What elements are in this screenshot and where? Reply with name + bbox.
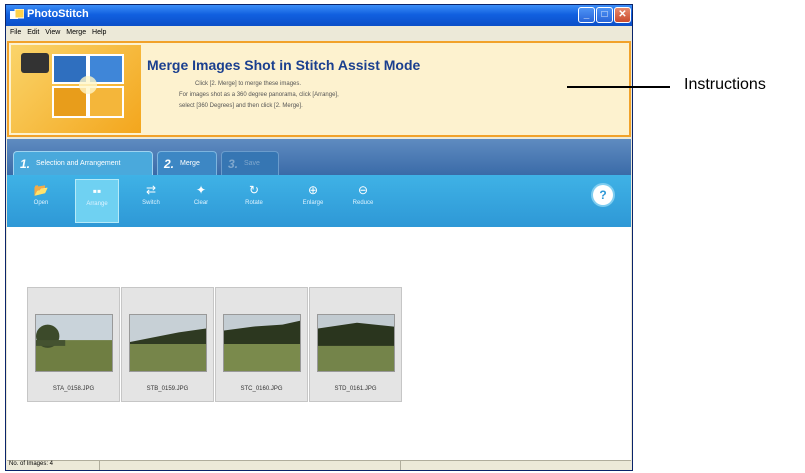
menu-view[interactable]: View xyxy=(45,29,60,36)
instructions-heading: Merge Images Shot in Stitch Assist Mode xyxy=(147,57,421,73)
open-button[interactable]: 📂 Open xyxy=(19,179,63,223)
instructions-banner: Merge Images Shot in Stitch Assist Mode … xyxy=(7,41,631,137)
image-area: STA_0158.JPG STB_0159.JPG STC_0160.JPG S… xyxy=(7,227,631,460)
image-thumbnail[interactable]: STB_0159.JPG xyxy=(121,287,214,402)
status-bar: No. of Images: 4 xyxy=(7,460,631,470)
reduce-icon: ⊖ xyxy=(357,183,369,197)
tab-label: Save xyxy=(244,160,260,167)
image-thumbnail[interactable]: STA_0158.JPG xyxy=(27,287,120,402)
image-thumbnail[interactable]: STC_0160.JPG xyxy=(215,287,308,402)
thumbnail-caption: STA_0158.JPG xyxy=(52,386,95,392)
reduce-button[interactable]: ⊖ Reduce xyxy=(341,179,385,223)
enlarge-button[interactable]: ⊕ Enlarge xyxy=(291,179,335,223)
instruction-line: For images shot as a 360 degree panorama… xyxy=(179,92,339,98)
menu-help[interactable]: Help xyxy=(92,29,106,36)
image-count-status: No. of Images: 4 xyxy=(7,461,100,470)
photostitch-window: PhotoStitch _ □ ✕ File Edit View Merge H… xyxy=(5,4,633,471)
open-icon: 📂 xyxy=(33,183,49,197)
clear-icon: ✦ xyxy=(195,183,207,197)
toolbar: 📂 Open ▪▪ Arrange ⇄ Switch ✦ Clear ↻ Rot… xyxy=(7,175,631,227)
stitch-mode-icon xyxy=(11,45,141,133)
thumbnail-caption: STD_0161.JPG xyxy=(334,386,377,392)
status-panel xyxy=(100,461,401,470)
tab-label: Selection and Arrangement xyxy=(36,160,121,167)
status-text: No. of Images: 4 xyxy=(9,461,54,467)
callout-label: Instructions xyxy=(684,76,766,93)
enlarge-label: Enlarge xyxy=(302,200,324,206)
menu-edit[interactable]: Edit xyxy=(27,29,39,36)
close-button[interactable]: ✕ xyxy=(614,7,631,23)
switch-icon: ⇄ xyxy=(145,183,157,197)
thumbnail-image xyxy=(223,314,301,372)
callout-line xyxy=(567,86,670,88)
reduce-label: Reduce xyxy=(352,200,374,206)
menu-merge[interactable]: Merge xyxy=(66,29,86,36)
open-label: Open xyxy=(33,200,49,206)
tab-selection-and-arrangement[interactable]: 1. Selection and Arrangement xyxy=(13,151,153,175)
minimize-button[interactable]: _ xyxy=(578,7,595,23)
switch-label: Switch xyxy=(142,200,160,206)
tab-number: 1. xyxy=(20,157,31,171)
window-title: PhotoStitch xyxy=(27,8,89,20)
arrange-label: Arrange xyxy=(86,201,108,207)
instruction-line: Click [2. Merge] to merge these images. xyxy=(195,81,302,87)
tab-label: Merge xyxy=(180,160,200,167)
rotate-label: Rotate xyxy=(245,200,263,206)
thumbnail-image xyxy=(35,314,113,372)
switch-button[interactable]: ⇄ Switch xyxy=(129,179,173,223)
rotate-icon: ↻ xyxy=(248,183,260,197)
tab-save: 3. Save xyxy=(221,151,279,175)
clear-label: Clear xyxy=(193,200,209,206)
photostitch-app-icon xyxy=(10,9,24,19)
thumbnail-caption: STC_0160.JPG xyxy=(240,386,283,392)
status-panel xyxy=(401,461,631,470)
tab-number: 3. xyxy=(228,157,239,171)
instruction-line: select [360 Degrees] and then click [2. … xyxy=(179,103,303,109)
thumbnail-caption: STB_0159.JPG xyxy=(146,386,189,392)
clear-button[interactable]: ✦ Clear xyxy=(179,179,223,223)
tab-merge[interactable]: 2. Merge xyxy=(157,151,217,175)
menu-file[interactable]: File xyxy=(10,29,21,36)
arrange-button[interactable]: ▪▪ Arrange xyxy=(75,179,119,223)
step-tabs: 1. Selection and Arrangement 2. Merge 3.… xyxy=(7,139,631,175)
tab-number: 2. xyxy=(164,157,175,171)
maximize-button[interactable]: □ xyxy=(596,7,613,23)
thumbnail-image xyxy=(129,314,207,372)
image-thumbnail[interactable]: STD_0161.JPG xyxy=(309,287,402,402)
thumbnail-image xyxy=(317,314,395,372)
enlarge-icon: ⊕ xyxy=(307,183,319,197)
help-icon[interactable]: ? xyxy=(593,185,613,205)
rotate-button[interactable]: ↻ Rotate xyxy=(232,179,276,223)
arrange-icon: ▪▪ xyxy=(92,184,102,198)
title-bar[interactable]: PhotoStitch _ □ ✕ xyxy=(6,5,632,26)
menu-bar: File Edit View Merge Help xyxy=(6,26,632,40)
